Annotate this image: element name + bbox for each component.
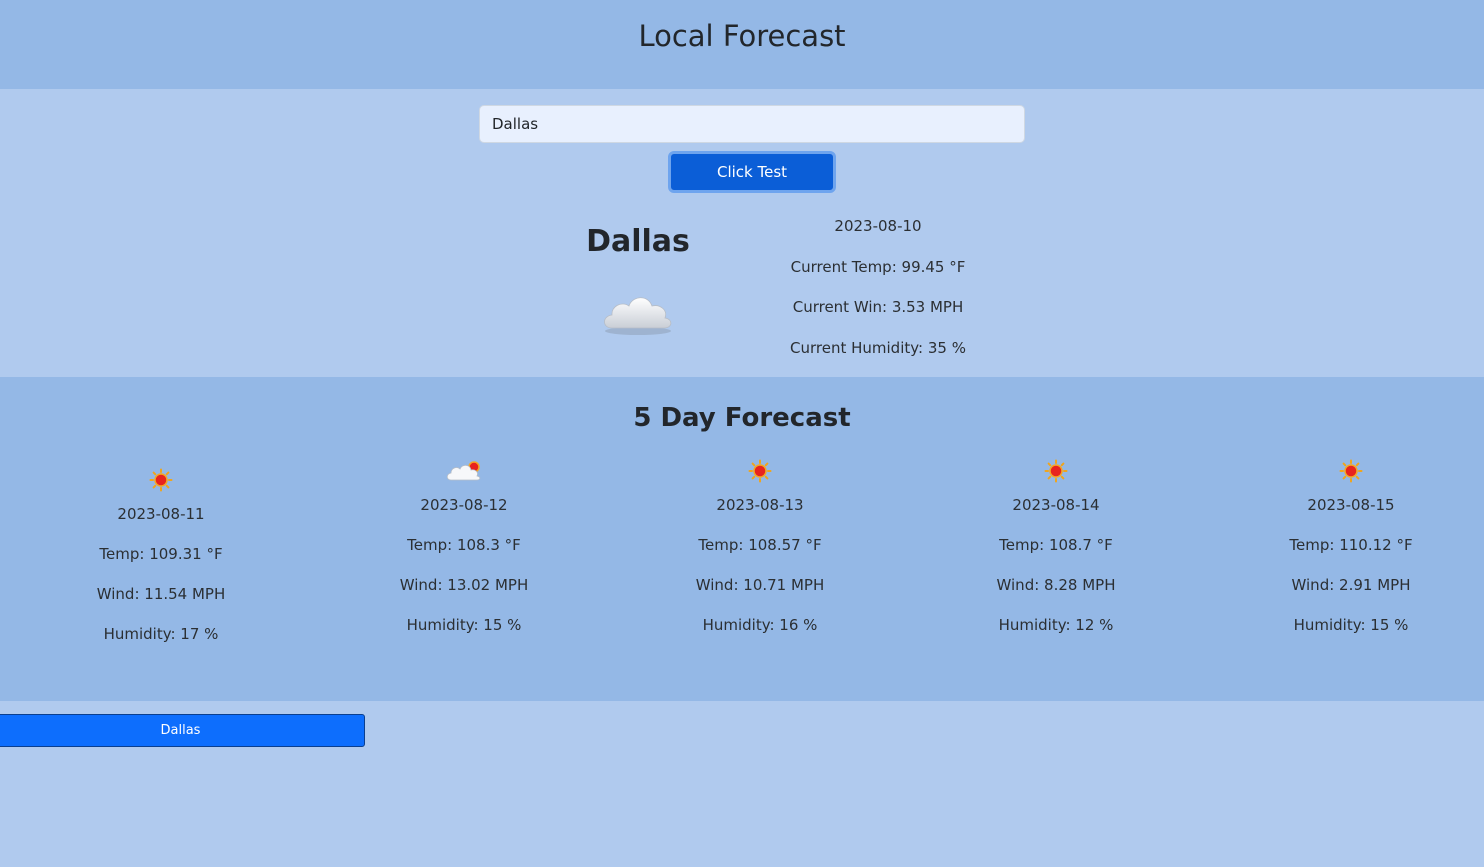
search-button[interactable]: Click Test <box>668 151 836 193</box>
forecast-temp: Temp: 108.57 °F <box>698 536 822 554</box>
forecast-date: 2023-08-14 <box>1012 496 1100 514</box>
sun-icon <box>1044 459 1068 483</box>
forecast-temp: Temp: 108.7 °F <box>999 536 1113 554</box>
current-wind: Current Win: 3.53 MPH <box>792 298 964 316</box>
city-search-input[interactable] <box>479 105 1025 143</box>
current-details: 2023-08-10 Current Temp: 99.45 °F Curren… <box>760 216 996 358</box>
forecast-humidity: Humidity: 15 % <box>406 616 522 634</box>
forecast-humidity: Humidity: 17 % <box>103 625 219 643</box>
sun-icon <box>149 468 173 492</box>
forecast-temp: Temp: 110.12 °F <box>1289 536 1413 554</box>
forecast-wind: Wind: 8.28 MPH <box>996 576 1116 594</box>
forecast-title: 5 Day Forecast <box>633 403 851 433</box>
forecast-temp: Temp: 108.3 °F <box>407 536 521 554</box>
forecast-day-card: 2023-08-15 Temp: 110.12 °F Wind: 2.91 MP… <box>1231 455 1471 635</box>
page-title: Local Forecast <box>638 18 846 53</box>
forecast-date: 2023-08-12 <box>420 496 508 514</box>
forecast-humidity: Humidity: 12 % <box>998 616 1114 634</box>
five-day-forecast: 5 Day Forecast 2023-08-11 Temp: 109.31 °… <box>0 377 1484 701</box>
forecast-date: 2023-08-13 <box>716 496 804 514</box>
sun-icon <box>748 459 772 483</box>
forecast-temp: Temp: 109.31 °F <box>99 545 223 563</box>
forecast-wind: Wind: 11.54 MPH <box>96 585 226 603</box>
current-date: 2023-08-10 <box>834 217 922 235</box>
forecast-day-card: 2023-08-13 Temp: 108.57 °F Wind: 10.71 M… <box>640 455 880 635</box>
current-humidity: Current Humidity: 35 % <box>790 338 966 357</box>
history-city-button[interactable]: Dallas <box>0 714 365 747</box>
forecast-wind: Wind: 10.71 MPH <box>695 576 825 594</box>
forecast-humidity: Humidity: 16 % <box>702 616 818 634</box>
forecast-date: 2023-08-11 <box>117 505 205 523</box>
cloud-icon <box>604 297 672 335</box>
forecast-humidity: Humidity: 15 % <box>1293 616 1409 634</box>
forecast-day-card: 2023-08-11 Temp: 109.31 °F Wind: 11.54 M… <box>41 464 281 644</box>
forecast-day-card: 2023-08-12 Temp: 108.3 °F Wind: 13.02 MP… <box>344 455 584 635</box>
current-city-name: Dallas <box>586 224 690 259</box>
forecast-wind: Wind: 13.02 MPH <box>399 576 529 594</box>
app-header: Local Forecast <box>0 0 1484 89</box>
current-temp: Current Temp: 99.45 °F <box>790 257 966 276</box>
sun-icon <box>1339 459 1363 483</box>
forecast-wind: Wind: 2.91 MPH <box>1291 576 1411 594</box>
forecast-day-card: 2023-08-14 Temp: 108.7 °F Wind: 8.28 MPH… <box>936 455 1176 635</box>
sun-behind-cloud-icon <box>446 461 481 481</box>
forecast-date: 2023-08-15 <box>1307 496 1395 514</box>
